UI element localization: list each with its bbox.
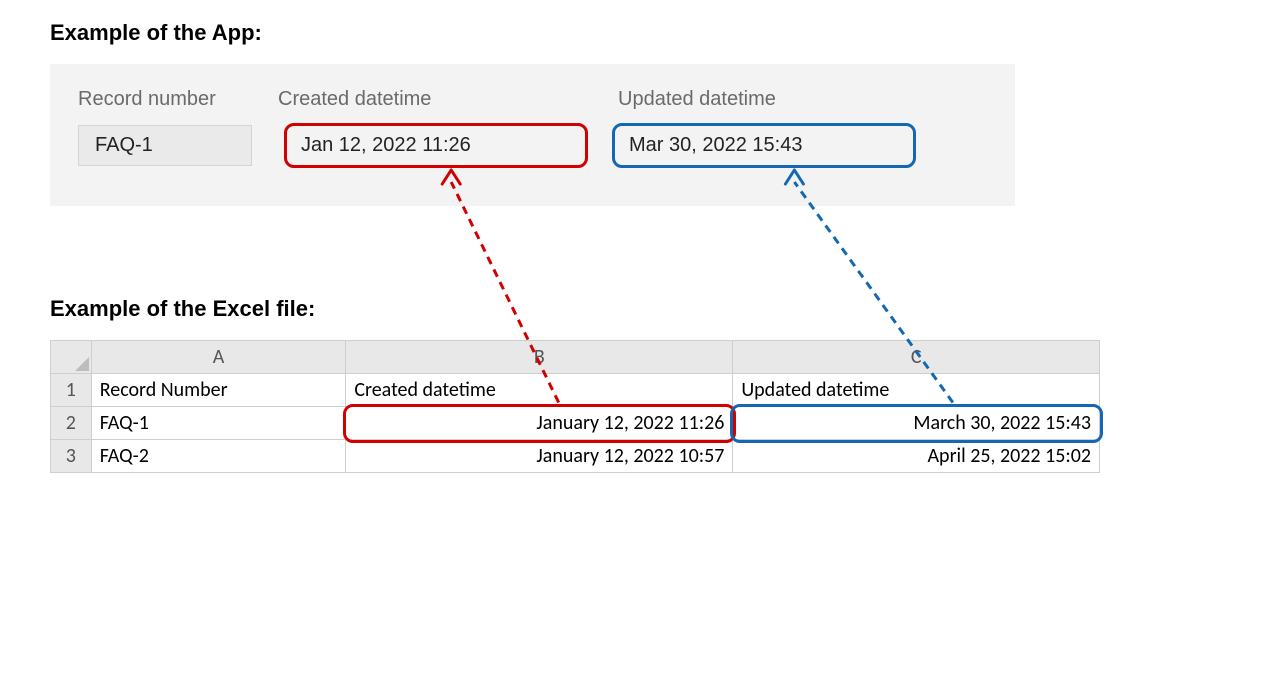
label-updated-datetime: Updated datetime bbox=[618, 88, 958, 111]
value-updated-datetime: Mar 30, 2022 15:43 bbox=[612, 123, 916, 168]
excel-cell-a2: FAQ-1 bbox=[91, 407, 346, 440]
app-values-row: FAQ-1 Jan 12, 2022 11:26 Mar 30, 2022 15… bbox=[78, 123, 987, 168]
label-created-datetime: Created datetime bbox=[278, 88, 618, 111]
excel-header-c: Updated datetime bbox=[733, 374, 1100, 407]
excel-row-number: 3 bbox=[51, 440, 92, 473]
excel-header-b: Created datetime bbox=[346, 374, 733, 407]
excel-row-1: 1 Record Number Created datetime Updated… bbox=[51, 374, 1100, 407]
excel-cell-b3: January 12, 2022 10:57 bbox=[346, 440, 733, 473]
excel-col-letter-a: A bbox=[91, 341, 346, 374]
app-panel: Record number Created datetime Updated d… bbox=[50, 64, 1015, 206]
arrow-created-icon bbox=[0, 0, 1, 1]
excel-row-2: 2 FAQ-1 January 12, 2022 11:26 March 30,… bbox=[51, 407, 1100, 440]
value-created-datetime: Jan 12, 2022 11:26 bbox=[284, 123, 588, 168]
arrow-updated-icon bbox=[0, 0, 1, 1]
excel-cell-b2: January 12, 2022 11:26 bbox=[346, 407, 733, 440]
heading-app-example: Example of the App: bbox=[50, 20, 1230, 46]
app-labels-row: Record number Created datetime Updated d… bbox=[78, 88, 987, 111]
heading-excel-example: Example of the Excel file: bbox=[50, 296, 1230, 322]
excel-table: A B C 1 Record Number Created datetime U… bbox=[50, 340, 1100, 473]
excel-header-a: Record Number bbox=[91, 374, 346, 407]
excel-row-number: 1 bbox=[51, 374, 92, 407]
excel-cell-a3: FAQ-2 bbox=[91, 440, 346, 473]
excel-col-letters-row: A B C bbox=[51, 341, 1100, 374]
excel-cell-c3: April 25, 2022 15:02 bbox=[733, 440, 1100, 473]
excel-wrap: A B C 1 Record Number Created datetime U… bbox=[50, 340, 1100, 473]
value-record-number: FAQ-1 bbox=[78, 125, 252, 166]
excel-row-number: 2 bbox=[51, 407, 92, 440]
excel-row-3: 3 FAQ-2 January 12, 2022 10:57 April 25,… bbox=[51, 440, 1100, 473]
label-record-number: Record number bbox=[78, 88, 278, 111]
excel-cell-c2: March 30, 2022 15:43 bbox=[733, 407, 1100, 440]
excel-corner-cell bbox=[51, 341, 92, 374]
excel-col-letter-b: B bbox=[346, 341, 733, 374]
excel-col-letter-c: C bbox=[733, 341, 1100, 374]
